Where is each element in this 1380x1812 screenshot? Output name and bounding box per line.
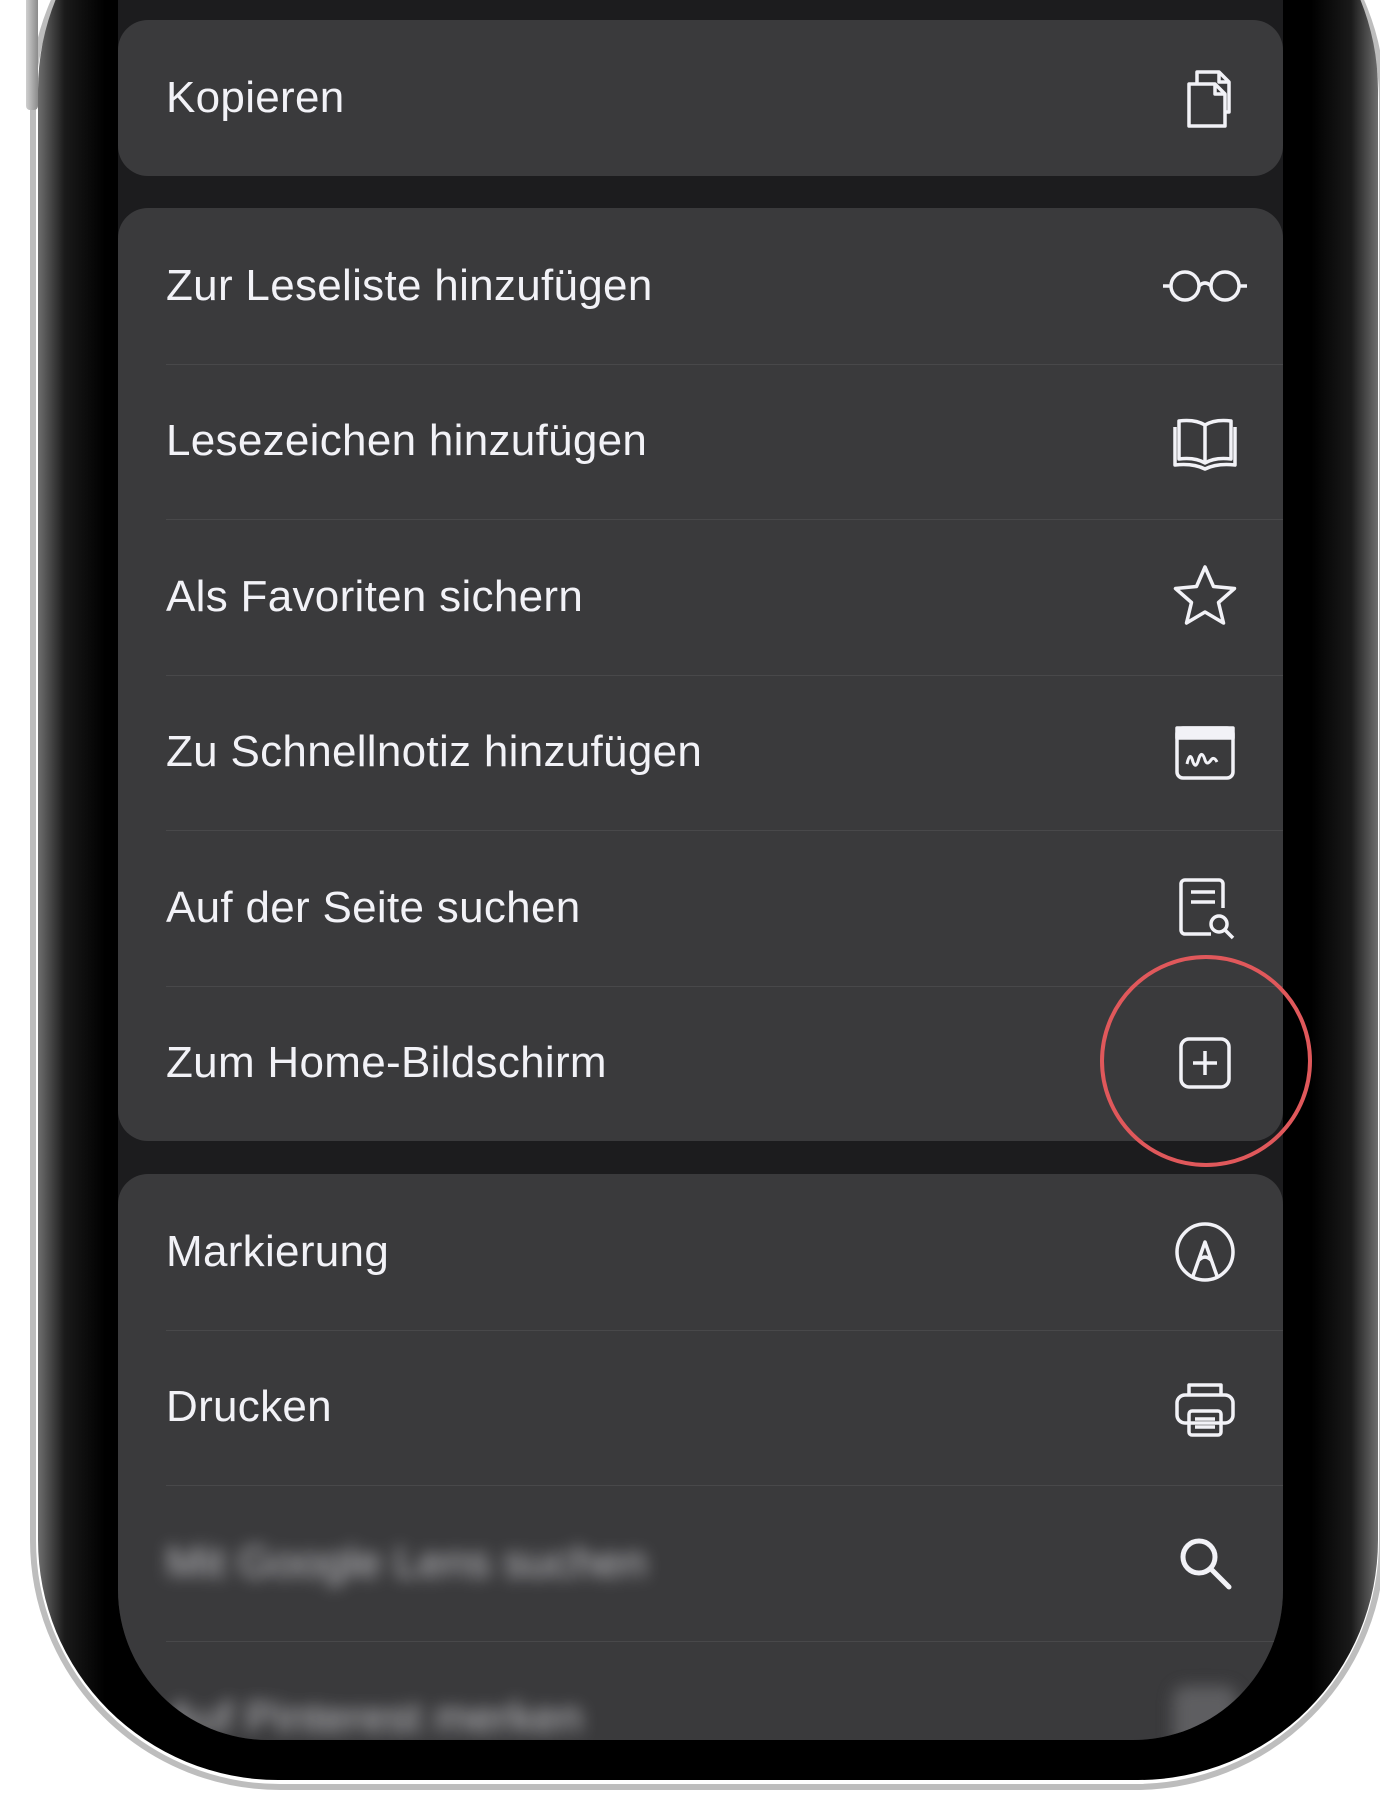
action-add-to-home-screen[interactable]: Zum Home-Bildschirm [118,985,1283,1142]
action-print[interactable]: Drucken [118,1329,1283,1486]
copy-icon [1169,62,1241,134]
action-add-to-favorites-label: Als Favoriten sichern [166,571,584,621]
printer-icon [1169,1371,1241,1443]
action-markup[interactable]: Markierung [118,1174,1283,1330]
action-add-to-home-screen-label: Zum Home-Bildschirm [166,1038,607,1088]
action-app-extension-label: Auf Pinterest merken [166,1693,583,1740]
glasses-icon [1157,250,1253,322]
action-markup-label: Markierung [166,1226,390,1276]
action-add-bookmark[interactable]: Lesezeichen hinzufügen [118,363,1283,520]
action-add-bookmark-label: Lesezeichen hinzufügen [166,416,648,466]
action-google-lens-label: Mit Google Lens suchen [166,1537,648,1587]
action-find-on-page[interactable]: Auf der Seite suchen [118,830,1283,986]
action-add-to-favorites[interactable]: Als Favoriten sichern [118,519,1283,675]
phone-side-button [26,0,38,110]
book-icon [1169,405,1241,477]
share-sheet-group-copy: Kopieren [118,20,1283,176]
quick-note-icon [1169,716,1241,788]
action-google-lens[interactable]: Mit Google Lens suchen [118,1485,1283,1641]
search-icon [1169,1527,1241,1599]
share-sheet-group-page: Zur Leseliste hinzufügen Lesezeichen hin… [118,208,1283,1141]
action-add-to-reading-list-label: Zur Leseliste hinzufügen [166,260,653,310]
action-print-label: Drucken [166,1382,332,1432]
action-app-extension[interactable]: Auf Pinterest merken [118,1640,1283,1740]
markup-icon [1169,1216,1241,1288]
action-add-to-quick-note-label: Zu Schnellnotiz hinzufügen [166,727,703,777]
action-add-to-reading-list[interactable]: Zur Leseliste hinzufügen [118,208,1283,364]
action-copy[interactable]: Kopieren [118,20,1283,176]
app-icon [1169,1682,1241,1740]
action-find-on-page-label: Auf der Seite suchen [166,882,581,932]
find-on-page-icon [1169,872,1241,944]
action-add-to-quick-note[interactable]: Zu Schnellnotiz hinzufügen [118,674,1283,831]
star-icon [1169,561,1241,633]
add-square-icon [1169,1027,1241,1099]
share-sheet-screen: Kopieren Zur Leseliste hinzufügen Leseze… [118,0,1283,1740]
share-sheet-group-tools: Markierung Drucken Mit Google Lens suche… [118,1174,1283,1740]
action-copy-label: Kopieren [166,72,345,122]
